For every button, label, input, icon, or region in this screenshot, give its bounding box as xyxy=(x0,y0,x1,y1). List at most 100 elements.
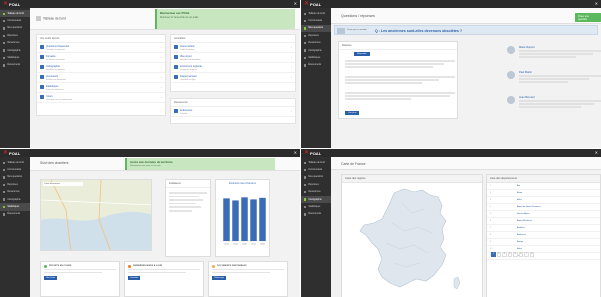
list-item[interactable]: Annuaire Recherchez un contact › xyxy=(37,53,165,63)
france-map[interactable] xyxy=(342,183,484,297)
sidebar-item-answers[interactable]: Réponses xyxy=(301,32,331,39)
page-button[interactable]: 1 xyxy=(491,252,496,257)
sidebar-item-dashboard[interactable]: Tableau de bord xyxy=(0,10,30,18)
table-row[interactable]: 3 Allier xyxy=(487,197,600,204)
sidebar-item-resources[interactable]: Ressources xyxy=(301,189,331,196)
sidebar-item-community[interactable]: Communauté xyxy=(0,166,30,173)
sidebar-item-events[interactable]: Évènements xyxy=(301,211,331,218)
sidebar-item-community[interactable]: Communauté xyxy=(301,17,331,24)
table-row[interactable]: 1 Ain xyxy=(487,183,600,190)
sidebar-item-answers[interactable]: Réponses xyxy=(0,181,30,188)
row-link[interactable]: Alpes-de-Haute-Provence xyxy=(517,206,541,208)
list-item[interactable]: Forum Échangez avec la communauté › xyxy=(37,93,165,103)
table-row[interactable]: 4 Alpes-de-Haute-Provence xyxy=(487,204,600,211)
close-icon[interactable]: ✕ xyxy=(595,1,598,6)
list-item-text: Statistiques Suivez les indicateurs xyxy=(46,85,161,91)
row-link[interactable]: Aisne xyxy=(517,192,522,194)
page-button[interactable]: 4 xyxy=(507,252,512,257)
sidebar-item-stats[interactable]: Statistiques xyxy=(0,203,30,211)
card-button[interactable]: Voir la liste xyxy=(44,276,58,281)
sidebar-item-stats[interactable]: Statistiques xyxy=(301,54,331,61)
list-item[interactable]: Mise à jour Nouvelles fonctionnalités › xyxy=(171,53,295,63)
row-link[interactable]: Hautes-Alpes xyxy=(517,213,529,215)
sidebar-item-events[interactable]: Évènements xyxy=(0,211,30,218)
sidebar-item-label: Tableau de bord xyxy=(7,161,24,164)
interactive-map[interactable]: Carte interactive xyxy=(40,179,152,251)
list-item[interactable]: Évènement régional Inscriptions ouvertes › xyxy=(171,63,295,73)
sidebar-item-questions[interactable]: Mes questions xyxy=(0,25,30,32)
close-icon[interactable]: ✕ xyxy=(294,150,297,155)
sidebar-item-events[interactable]: Évènements xyxy=(0,62,30,69)
sidebar-item-stats[interactable]: Statistiques xyxy=(301,203,331,210)
ask-question-button[interactable]: Poser une question xyxy=(575,13,601,22)
sidebar-item-community[interactable]: Communauté xyxy=(0,17,30,24)
sidebar-item-events[interactable]: Évènements xyxy=(301,62,331,69)
list-item[interactable]: Documents Accédez aux documents › xyxy=(37,73,165,83)
panel-title: Liste des départements xyxy=(487,175,600,183)
page-button[interactable]: 5 xyxy=(513,252,518,257)
table-row[interactable]: 7 Ardèche xyxy=(487,225,600,232)
table-row[interactable]: 2 Aisne xyxy=(487,190,600,197)
sidebar-item-questions[interactable]: Mes questions xyxy=(301,174,331,181)
comment-author[interactable]: Marie Dupont xyxy=(519,46,601,49)
app-logo[interactable]: ✕ POAL xyxy=(0,0,30,8)
list-item-title: Statistiques xyxy=(45,85,59,88)
row-link[interactable]: Ardennes xyxy=(517,234,526,236)
page-button[interactable]: 7 xyxy=(524,252,529,257)
sidebar-item-label: Tableau de bord xyxy=(7,12,24,15)
sidebar-item-dashboard[interactable]: Tableau de bord xyxy=(301,10,331,17)
row-link[interactable]: Alpes-Maritimes xyxy=(517,220,532,222)
sidebar-item-answers[interactable]: Réponses xyxy=(0,32,30,39)
close-icon[interactable]: ✕ xyxy=(595,150,598,155)
answer-button[interactable]: Répondre xyxy=(354,52,370,56)
app-logo[interactable]: ✕ POAL xyxy=(0,149,30,157)
sidebar-item-resources[interactable]: Ressources xyxy=(0,40,30,47)
sidebar-item-dashboard[interactable]: Tableau de bord xyxy=(0,159,30,166)
comment-author[interactable]: Paul Martin xyxy=(519,71,601,74)
list-item[interactable]: Cartographie Visualisez les données › xyxy=(37,63,165,73)
table-row[interactable]: 9 Ariège xyxy=(487,239,600,246)
page-button[interactable]: 8 xyxy=(529,252,534,257)
page-button[interactable]: 3 xyxy=(502,252,507,257)
sidebar-item-resources[interactable]: Ressources xyxy=(0,189,30,196)
sidebar-item-community[interactable]: Communauté xyxy=(301,166,331,173)
page-button[interactable]: 6 xyxy=(518,252,523,257)
card-button[interactable]: Télécharger xyxy=(212,276,227,281)
sidebar-item-answers[interactable]: Réponses xyxy=(301,181,331,188)
sidebar-item-maps[interactable]: Cartographie xyxy=(301,195,331,204)
sidebar-item-questions[interactable]: Mes questions xyxy=(0,174,30,181)
sidebar-item-label: Communauté xyxy=(308,20,323,23)
sidebar-item-maps[interactable]: Cartographie xyxy=(0,47,30,54)
app-logo[interactable]: ✕ POAL xyxy=(301,149,331,157)
sidebar-item-dashboard[interactable]: Tableau de bord xyxy=(301,159,331,166)
table-row[interactable]: 5 Hautes-Alpes xyxy=(487,211,600,218)
chevron-right-icon: › xyxy=(291,45,292,49)
row-link[interactable]: Ardèche xyxy=(517,227,525,229)
sidebar-item-questions[interactable]: Mes questions xyxy=(301,24,331,33)
row-link[interactable]: Allier xyxy=(517,199,522,201)
card-button[interactable]: Consulter xyxy=(128,276,141,281)
see-more-button[interactable]: Voir plus xyxy=(345,111,360,115)
list-item-subtitle: Nouvelles fonctionnalités xyxy=(179,58,201,61)
comment-author[interactable]: Jean Bernard xyxy=(519,96,601,99)
row-link[interactable]: Ariège xyxy=(517,241,523,243)
list-item[interactable]: Rapport annuel Disponible en ligne › xyxy=(171,73,295,83)
app-logo[interactable]: ✕ POAL xyxy=(301,0,331,8)
list-item[interactable]: Statistiques Suivez les indicateurs › xyxy=(37,83,165,93)
list-item[interactable]: Questions fréquentes Consultez les répons… xyxy=(37,43,165,53)
sidebar-item-maps[interactable]: Cartographie xyxy=(0,196,30,203)
sidebar-item-stats[interactable]: Statistiques xyxy=(0,54,30,61)
sidebar-item-resources[interactable]: Ressources xyxy=(301,40,331,47)
close-icon[interactable]: ✕ xyxy=(294,1,297,6)
list-item-text: Mise à jour Nouvelles fonctionnalités xyxy=(180,55,291,61)
row-link[interactable]: Ain xyxy=(517,185,520,187)
sidebar-item-maps[interactable]: Cartographie xyxy=(301,47,331,54)
list-item[interactable]: Nouvel article Publié récemment › xyxy=(171,43,295,53)
list-item[interactable]: Références Consulter › xyxy=(171,107,295,117)
row-link[interactable]: Aube xyxy=(517,248,522,250)
table-row[interactable]: 8 Ardennes xyxy=(487,232,600,239)
page-button[interactable]: 2 xyxy=(496,252,501,257)
home-icon xyxy=(304,12,307,15)
table-row[interactable]: 6 Alpes-Maritimes xyxy=(487,218,600,225)
chart-icon xyxy=(304,56,307,60)
